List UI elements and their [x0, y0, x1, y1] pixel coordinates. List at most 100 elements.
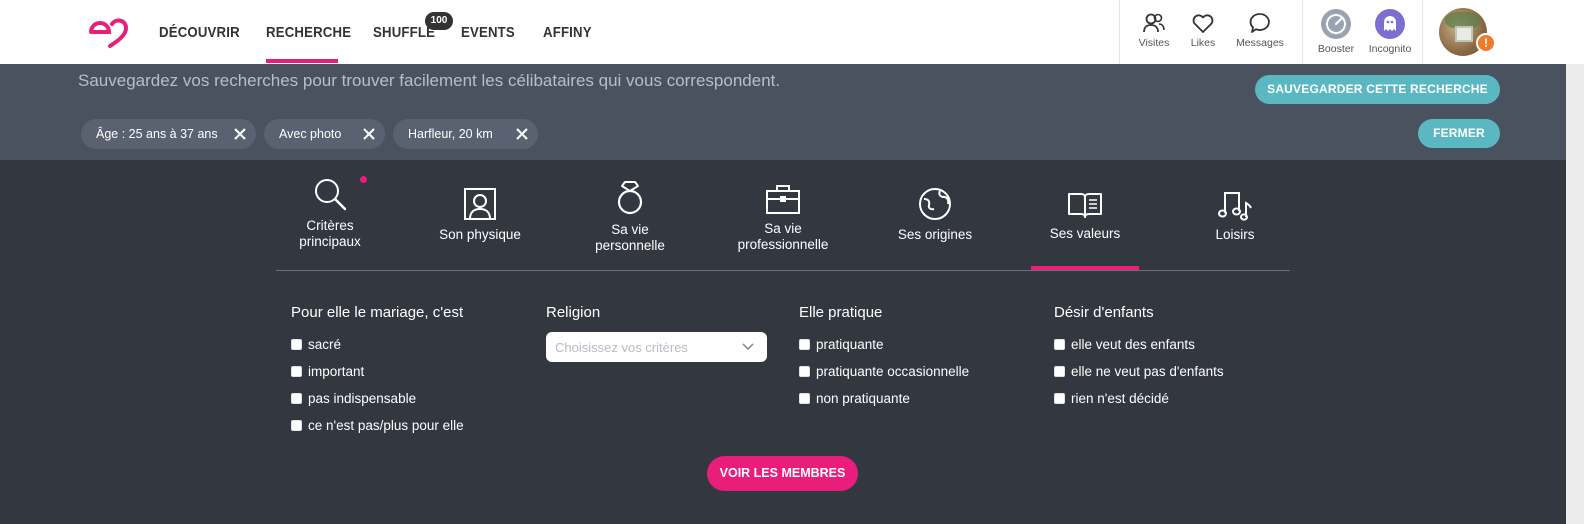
tab-ses-origines[interactable]: Ses origines [890, 187, 980, 243]
tab-label: principaux [299, 234, 361, 249]
divider [1302, 0, 1303, 64]
children-title: Désir d'enfants [1054, 304, 1154, 321]
ring-icon [617, 181, 643, 215]
filter-chip-label: Âge : 25 ans à 37 ans [96, 127, 218, 141]
messages-button[interactable]: Messages [1232, 12, 1288, 49]
option-label: important [308, 364, 365, 379]
close-icon[interactable] [363, 128, 375, 140]
heart-icon [1192, 14, 1214, 33]
shuffle-count-badge: 100 [425, 12, 453, 30]
ghost-icon [1375, 9, 1405, 39]
save-search-hint: Sauvegardez vos recherches pour trouver … [78, 71, 781, 90]
tab-sa-vie-professionnelle[interactable]: Sa vie professionnelle [728, 183, 838, 253]
top-navigation-bar: DÉCOUVRIR RECHERCHE SHUFFLE EVENTS AFFIN… [0, 0, 1584, 64]
logo-icon[interactable] [86, 14, 134, 50]
filter-chip[interactable]: Avec photo [264, 119, 385, 149]
nav-active-indicator [266, 59, 338, 63]
nav-decouvrir[interactable]: DÉCOUVRIR [159, 24, 240, 41]
checkbox[interactable] [799, 339, 810, 350]
incognito-label: Incognito [1368, 43, 1412, 55]
option-label: pas indispensable [308, 391, 417, 406]
visits-icon [1143, 13, 1165, 33]
nav-affiny[interactable]: AFFINY [543, 24, 592, 41]
option-label: elle ne veut pas d'enfants [1071, 364, 1224, 379]
tabs-divider [276, 270, 1290, 271]
checkbox[interactable] [291, 366, 302, 377]
tab-criteres-principaux[interactable]: Critères principaux [285, 176, 375, 250]
practice-option-checkbox[interactable]: pratiquante [799, 337, 884, 352]
tab-label: Sa vie [611, 222, 649, 237]
tab-loisirs[interactable]: Loisirs [1190, 189, 1280, 243]
tab-label: professionnelle [737, 237, 829, 252]
checkbox[interactable] [1054, 366, 1065, 377]
religion-select[interactable]: Choisissez vos critères [546, 332, 767, 362]
option-label: sacré [308, 337, 342, 352]
tab-ses-valeurs[interactable]: Ses valeurs [1040, 190, 1130, 242]
filter-chip[interactable]: Âge : 25 ans à 37 ans [81, 119, 256, 149]
option-label: ce n'est pas/plus pour elle [308, 418, 464, 433]
tab-label: Loisirs [1215, 227, 1255, 242]
option-label: non pratiquante [816, 391, 910, 406]
religion-title: Religion [546, 304, 601, 321]
nav-shuffle[interactable]: SHUFFLE [373, 24, 435, 41]
tab-label: Ses origines [897, 227, 973, 242]
likes-button[interactable]: Likes [1186, 12, 1220, 49]
incognito-button[interactable]: Incognito [1364, 8, 1416, 55]
children-option-checkbox[interactable]: rien n'est décidé [1054, 391, 1169, 406]
religion-placeholder: Choisissez vos critères [555, 340, 688, 355]
search-icon [315, 179, 347, 211]
practice-option-checkbox[interactable]: non pratiquante [799, 391, 910, 406]
filter-chip-label: Avec photo [279, 127, 342, 141]
booster-button[interactable]: Booster [1314, 8, 1358, 55]
scrollbar[interactable] [1566, 64, 1584, 524]
marriage-title: Pour elle le mariage, c'est [291, 304, 464, 321]
globe-icon [919, 188, 951, 220]
notification-dot [360, 176, 367, 183]
nav-recherche[interactable]: RECHERCHE [266, 24, 351, 41]
tab-sa-vie-personnelle[interactable]: Sa vie personnelle [585, 180, 675, 254]
nav-events[interactable]: EVENTS [461, 24, 515, 41]
alert-badge[interactable]: ! [1476, 33, 1496, 53]
avatar-image-detail [1455, 26, 1473, 42]
option-label: pratiquante [816, 337, 884, 352]
checkbox[interactable] [1054, 393, 1065, 404]
tab-label: personnelle [595, 238, 665, 253]
marriage-option-checkbox[interactable]: important [291, 364, 364, 379]
checkbox[interactable] [291, 339, 302, 350]
option-label: elle veut des enfants [1071, 337, 1195, 352]
tab-label: Ses valeurs [1049, 226, 1121, 241]
music-icon [1218, 192, 1252, 221]
marriage-option-checkbox[interactable]: sacré [291, 337, 341, 352]
practice-option-checkbox[interactable]: pratiquante occasionnelle [799, 364, 969, 379]
tab-son-physique[interactable]: Son physique [430, 187, 530, 243]
children-option-checkbox[interactable]: elle veut des enfants [1054, 337, 1195, 352]
checkbox[interactable] [799, 366, 810, 377]
practice-title: Elle pratique [799, 304, 883, 321]
save-search-button[interactable]: SAUVEGARDER CETTE RECHERCHE [1255, 75, 1500, 104]
filter-chip-label: Harfleur, 20 km [408, 127, 493, 141]
close-button[interactable]: FERMER [1418, 119, 1500, 148]
option-label: rien n'est décidé [1071, 391, 1169, 406]
message-icon [1249, 13, 1270, 33]
tab-label: Critères [306, 218, 354, 233]
portrait-icon [464, 188, 496, 220]
visits-button[interactable]: Visites [1135, 12, 1173, 49]
see-members-button[interactable]: VOIR LES MEMBRES [707, 456, 858, 491]
checkbox[interactable] [1054, 339, 1065, 350]
chevron-down-icon [742, 343, 754, 351]
filter-chip[interactable]: Harfleur, 20 km [393, 119, 538, 149]
visits-label: Visites [1138, 37, 1170, 49]
briefcase-icon [766, 185, 800, 214]
checkbox[interactable] [291, 393, 302, 404]
divider [1119, 0, 1120, 64]
option-label: pratiquante occasionnelle [816, 364, 970, 379]
messages-label: Messages [1236, 37, 1284, 49]
close-icon[interactable] [234, 128, 246, 140]
checkbox[interactable] [799, 393, 810, 404]
marriage-option-checkbox[interactable]: ce n'est pas/plus pour elle [291, 418, 464, 433]
marriage-option-checkbox[interactable]: pas indispensable [291, 391, 416, 406]
close-icon[interactable] [516, 128, 528, 140]
checkbox[interactable] [291, 420, 302, 431]
likes-label: Likes [1190, 37, 1216, 49]
children-option-checkbox[interactable]: elle ne veut pas d'enfants [1054, 364, 1224, 379]
